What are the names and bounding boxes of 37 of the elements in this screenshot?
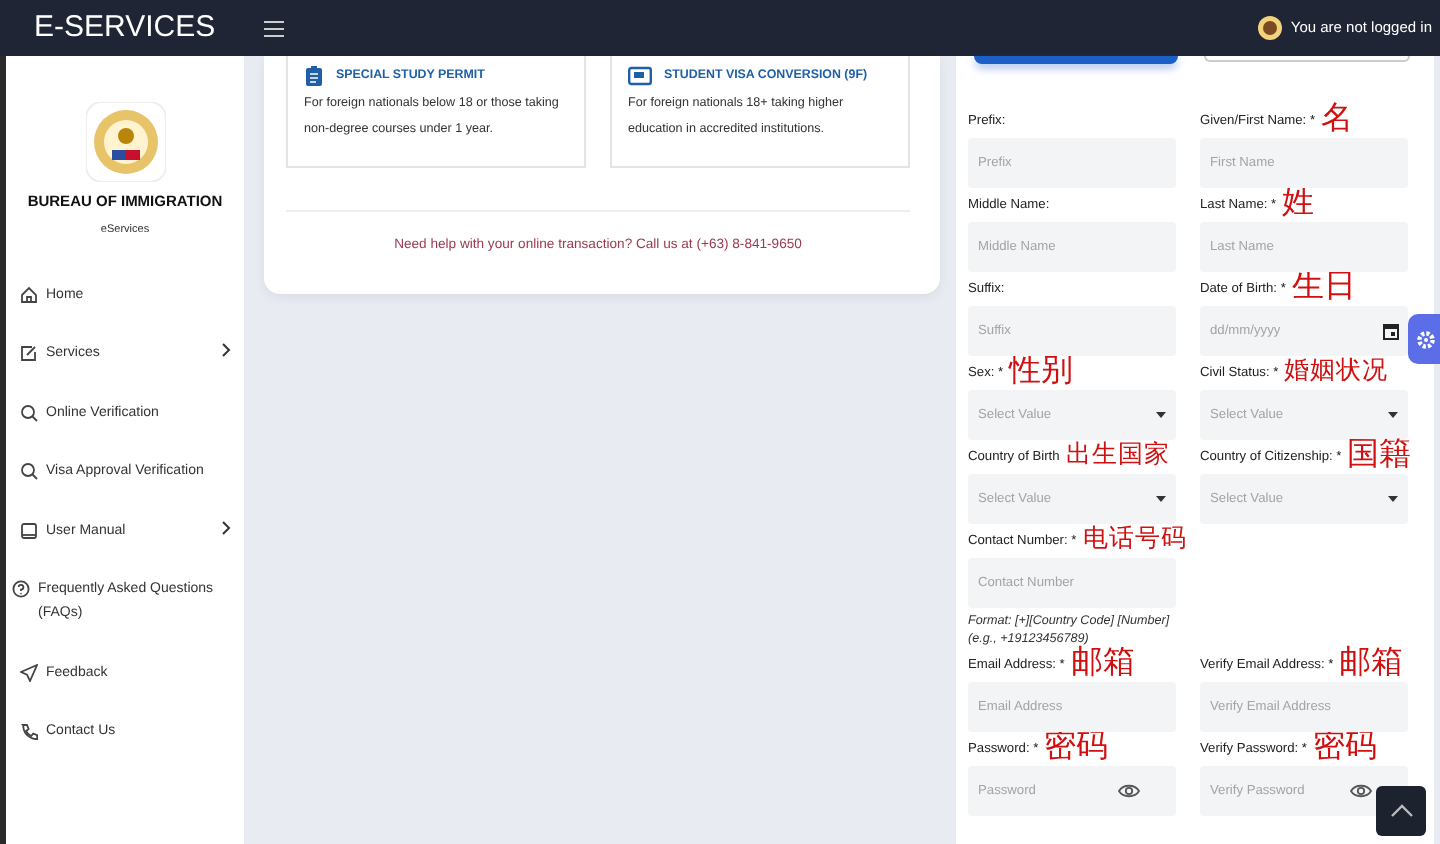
- phone-icon: [20, 722, 38, 740]
- id-card-icon: [628, 66, 652, 86]
- home-icon: [20, 285, 38, 303]
- caret-icon: [1156, 412, 1166, 418]
- caret-icon: [1156, 496, 1166, 502]
- annotation-text: 密码: [1044, 730, 1109, 764]
- annotation-text: 婚姻状况: [1284, 354, 1389, 388]
- caret-icon: [1388, 412, 1398, 418]
- brand-title[interactable]: E-SERVICES: [0, 0, 244, 56]
- seal-icon: [1258, 16, 1283, 40]
- annotation-text: 电话号码: [1082, 522, 1187, 556]
- menu-icon[interactable]: [264, 19, 284, 37]
- annotation-text: 名: [1321, 102, 1354, 136]
- search-icon: [20, 403, 38, 421]
- settings-button[interactable]: [1408, 314, 1440, 364]
- chevron-up-icon: [1389, 804, 1413, 818]
- send-icon: [20, 663, 38, 681]
- annotation-text: 性别: [1009, 354, 1074, 388]
- annotation-text: 邮箱: [1339, 646, 1404, 680]
- scroll-top-button[interactable]: [1376, 786, 1426, 836]
- annotation-text: 密码: [1313, 730, 1378, 764]
- annotation-text: 国籍: [1347, 438, 1412, 472]
- annotation-text: 生日: [1291, 270, 1356, 304]
- eye-icon[interactable]: [1350, 782, 1372, 800]
- search-icon: [20, 462, 38, 480]
- eye-icon[interactable]: [1118, 782, 1140, 800]
- clipboard-icon: [304, 66, 324, 86]
- annotation-text: 出生国家: [1065, 438, 1170, 472]
- annotation-text: 姓: [1282, 186, 1315, 220]
- book-icon: [20, 521, 38, 539]
- seal-logo: [85, 102, 165, 182]
- question-icon: [12, 580, 30, 598]
- edit-icon: [20, 344, 38, 362]
- caret-icon: [1388, 496, 1398, 502]
- settings-icon: [1415, 329, 1435, 349]
- annotation-text: 邮箱: [1070, 646, 1135, 680]
- calendar-icon: [1382, 322, 1400, 340]
